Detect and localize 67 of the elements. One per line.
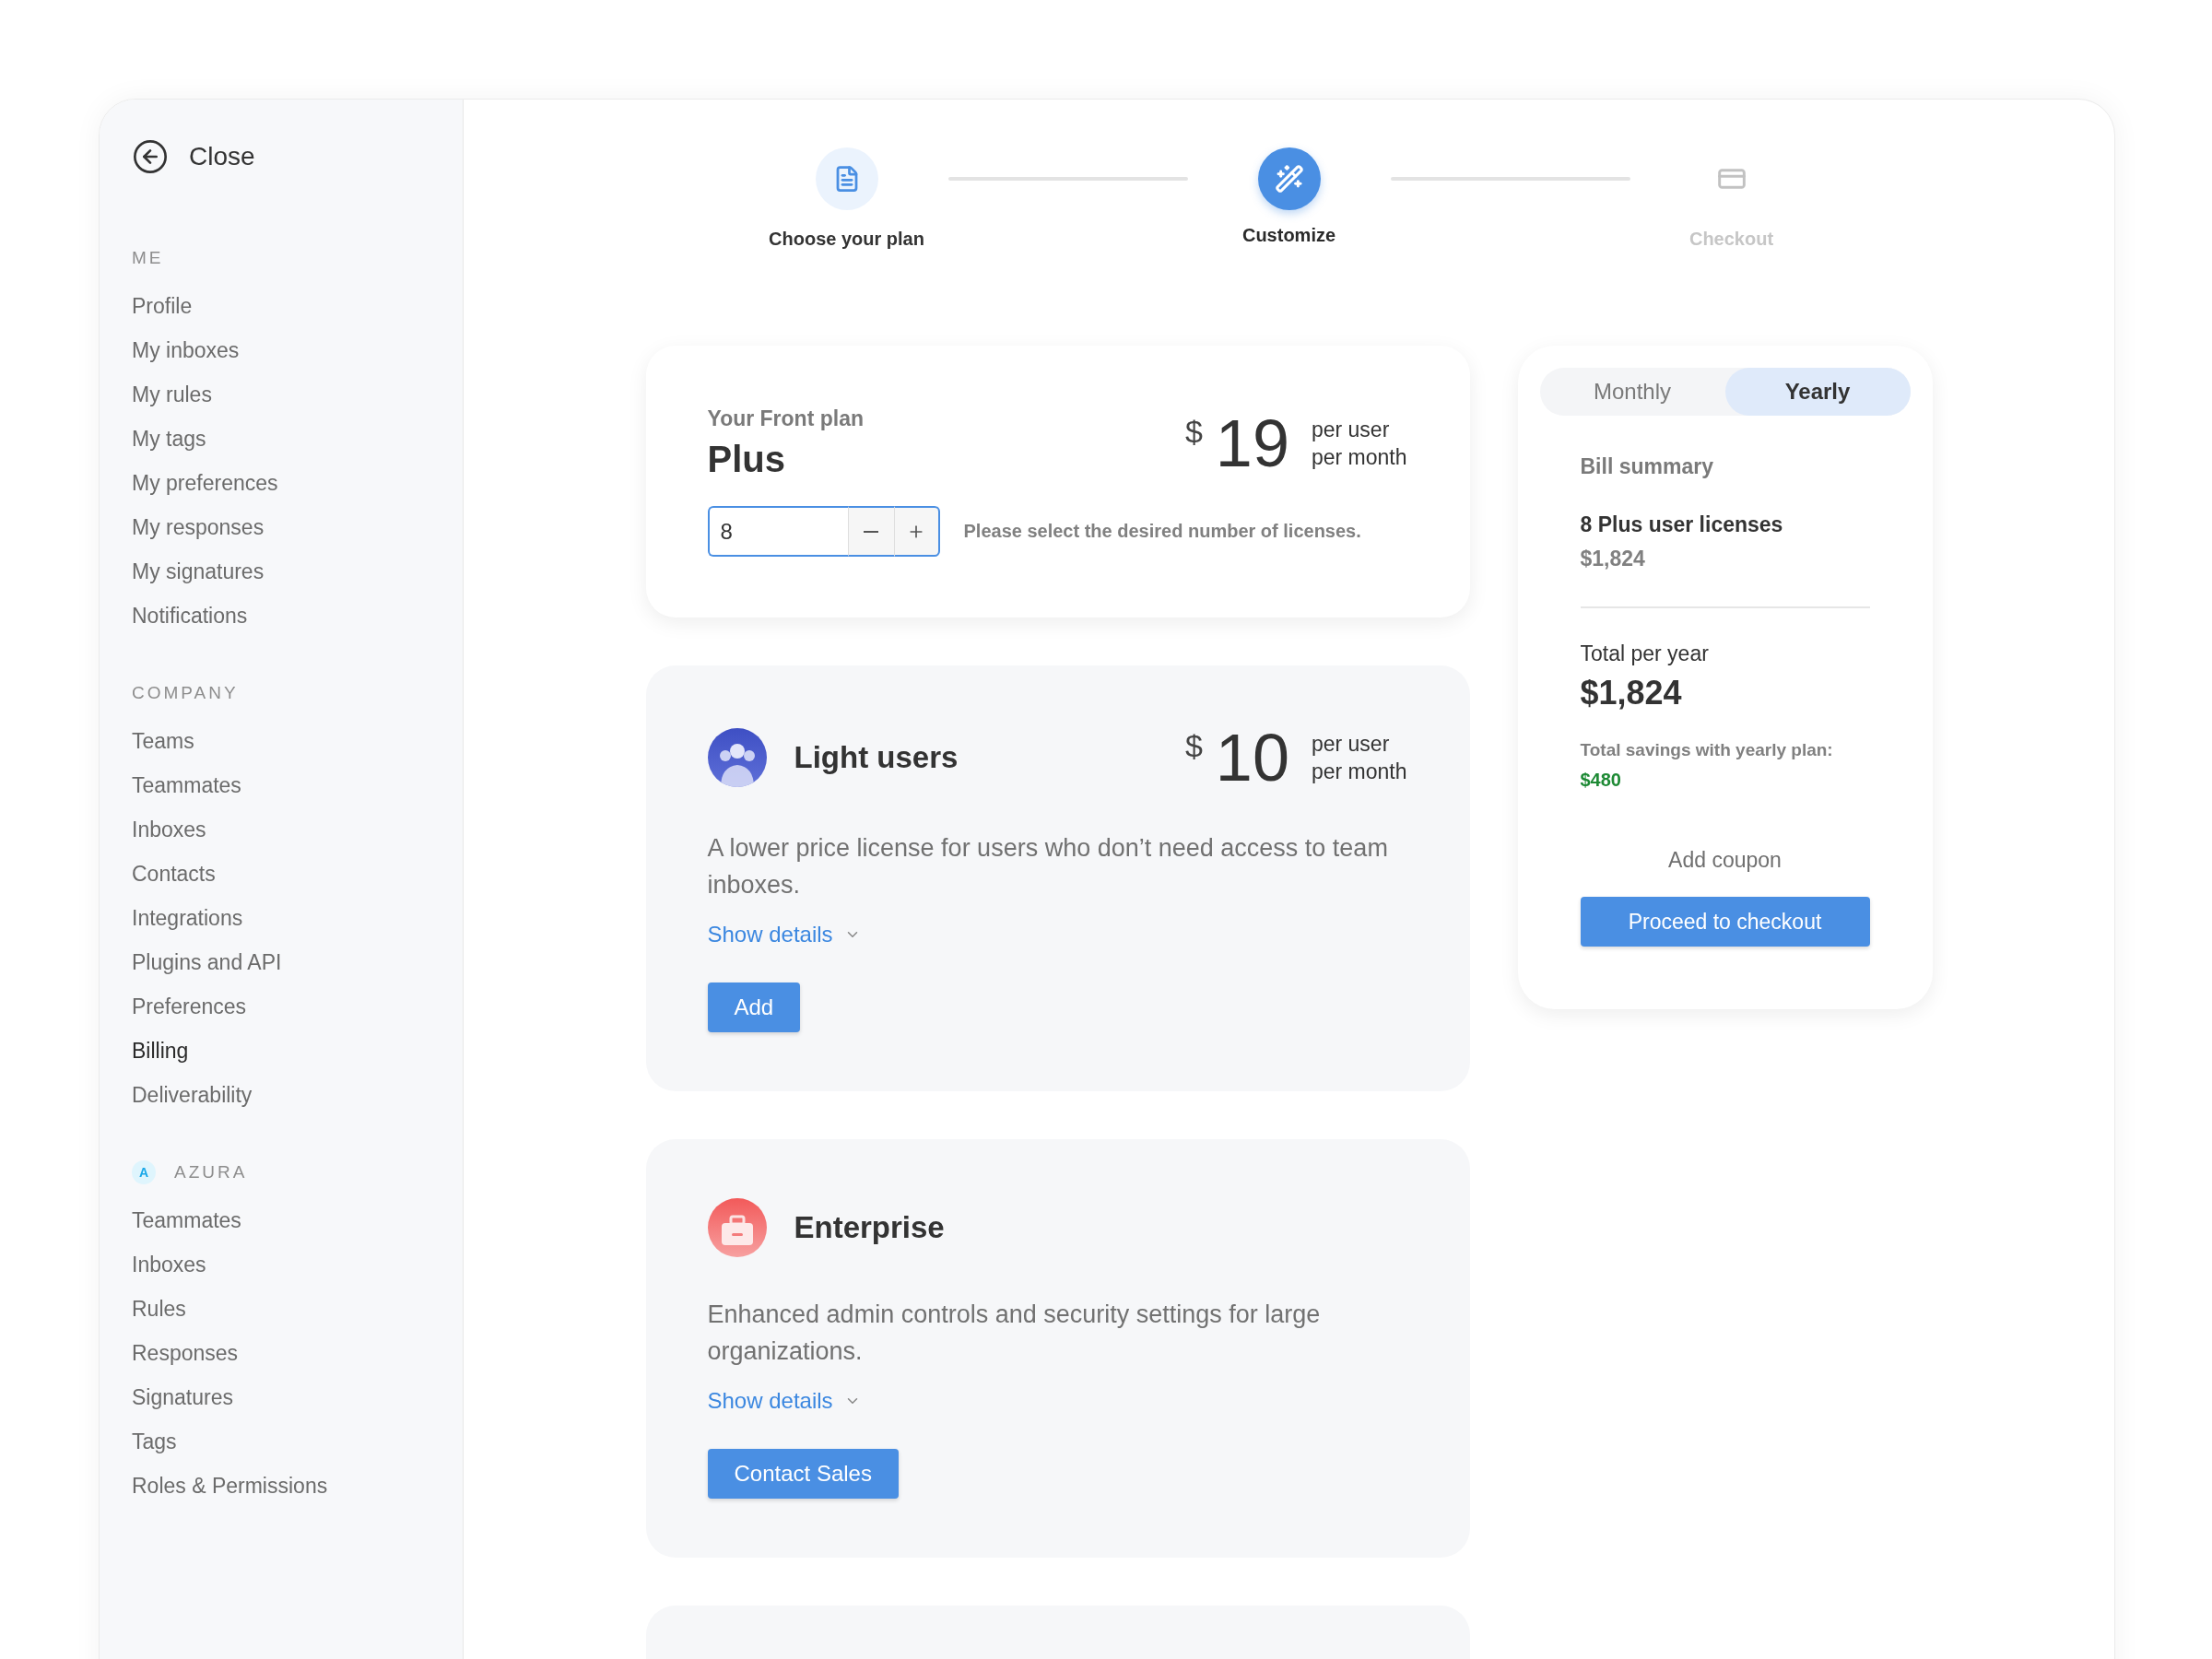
savings-amount: $480 — [1580, 770, 1622, 791]
sidebar-item[interactable]: Billing — [132, 1029, 189, 1073]
sidebar-item[interactable]: My inboxes — [132, 328, 240, 372]
sidebar-item[interactable]: My rules — [132, 372, 212, 417]
workspace-badge: A — [132, 1160, 156, 1184]
sidebar-item[interactable]: Notifications — [132, 594, 248, 638]
summary-title: Bill summary — [1580, 454, 1714, 479]
sidebar-item[interactable]: Teams — [132, 719, 194, 763]
addon-button[interactable]: Add — [707, 982, 801, 1032]
add-coupon-link[interactable]: Add coupon — [1668, 848, 1782, 873]
sidebar-item[interactable]: Plugins and API — [132, 940, 282, 984]
show-details-link[interactable]: Show details — [707, 1388, 861, 1414]
line-item-amount: $1,824 — [1580, 547, 1646, 571]
total-amount: $1,824 — [1580, 674, 1683, 712]
sidebar-item[interactable]: Inboxes — [132, 1242, 206, 1287]
savings-label: Total savings with yearly plan: — [1580, 740, 1834, 760]
sidebar-item[interactable]: Tags — [132, 1419, 177, 1464]
decrement-button[interactable] — [847, 506, 894, 557]
sidebar-item[interactable]: Profile — [132, 284, 193, 328]
group-icon — [707, 728, 767, 787]
step-label: Customize — [1241, 225, 1336, 246]
section-heading: COMPANY — [132, 683, 239, 703]
sidebar-item[interactable]: Rules — [132, 1287, 186, 1331]
plan-eyebrow: Your Front plan — [707, 406, 864, 431]
currency-symbol: $ — [1184, 414, 1203, 450]
increment-button[interactable] — [893, 506, 940, 557]
close-button[interactable]: Close — [132, 138, 255, 175]
section-heading: ME — [132, 248, 164, 268]
sidebar-item[interactable]: Roles & Permissions — [132, 1464, 328, 1508]
magic-wand-icon — [1274, 164, 1304, 194]
section-heading: AZURA — [174, 1162, 248, 1182]
sidebar-item[interactable]: Signatures — [132, 1375, 233, 1419]
sidebar-item[interactable]: Contacts — [132, 852, 216, 896]
price: 10 — [1215, 724, 1289, 791]
plan-name: Plus — [707, 439, 786, 480]
sidebar-item[interactable]: Teammates — [132, 763, 241, 807]
show-details-link[interactable]: Show details — [707, 922, 861, 947]
addon-title: Enterprise — [794, 1210, 945, 1245]
briefcase-icon — [707, 1198, 767, 1257]
sidebar-item[interactable]: Teammates — [132, 1198, 241, 1242]
addon-title: Light users — [794, 740, 959, 775]
billing-period-tab[interactable]: Monthly — [1539, 368, 1725, 416]
billing-period-tab[interactable]: Yearly — [1724, 368, 1911, 416]
price-unit: per user per month — [1311, 731, 1407, 785]
price: 19 — [1215, 410, 1289, 477]
sidebar-item[interactable]: My tags — [132, 417, 206, 461]
sidebar-item[interactable]: My responses — [132, 505, 265, 549]
addon-description: A lower price license for users who don’t need access to team inboxes. — [707, 833, 1389, 900]
sidebar-item[interactable]: Inboxes — [132, 807, 206, 852]
sidebar-item[interactable]: Deliverability — [132, 1073, 253, 1117]
sidebar-item[interactable]: Responses — [132, 1331, 239, 1375]
license-count-field[interactable]: 8 — [707, 506, 848, 557]
minus-icon — [864, 530, 878, 533]
sidebar-item[interactable]: Integrations — [132, 896, 243, 940]
addon-button[interactable]: Contact Sales — [707, 1449, 899, 1499]
checkout-button[interactable]: Proceed to checkout — [1580, 897, 1870, 947]
addon-description: Enhanced admin controls and security settings for large organizations. — [707, 1300, 1322, 1367]
license-hint: Please select the desired number of licenses. — [963, 521, 1361, 542]
sidebar-item[interactable]: My preferences — [132, 461, 278, 505]
currency-symbol: $ — [1184, 728, 1203, 764]
total-label: Total per year — [1580, 641, 1710, 666]
step-label: Checkout — [1688, 229, 1774, 250]
line-item-label: 8 Plus user licenses — [1580, 512, 1784, 537]
price-unit: per user per month — [1311, 417, 1407, 471]
sidebar-item[interactable]: My signatures — [132, 549, 265, 594]
step-label: Choose your plan — [769, 229, 924, 250]
sidebar-item[interactable]: Preferences — [132, 984, 246, 1029]
